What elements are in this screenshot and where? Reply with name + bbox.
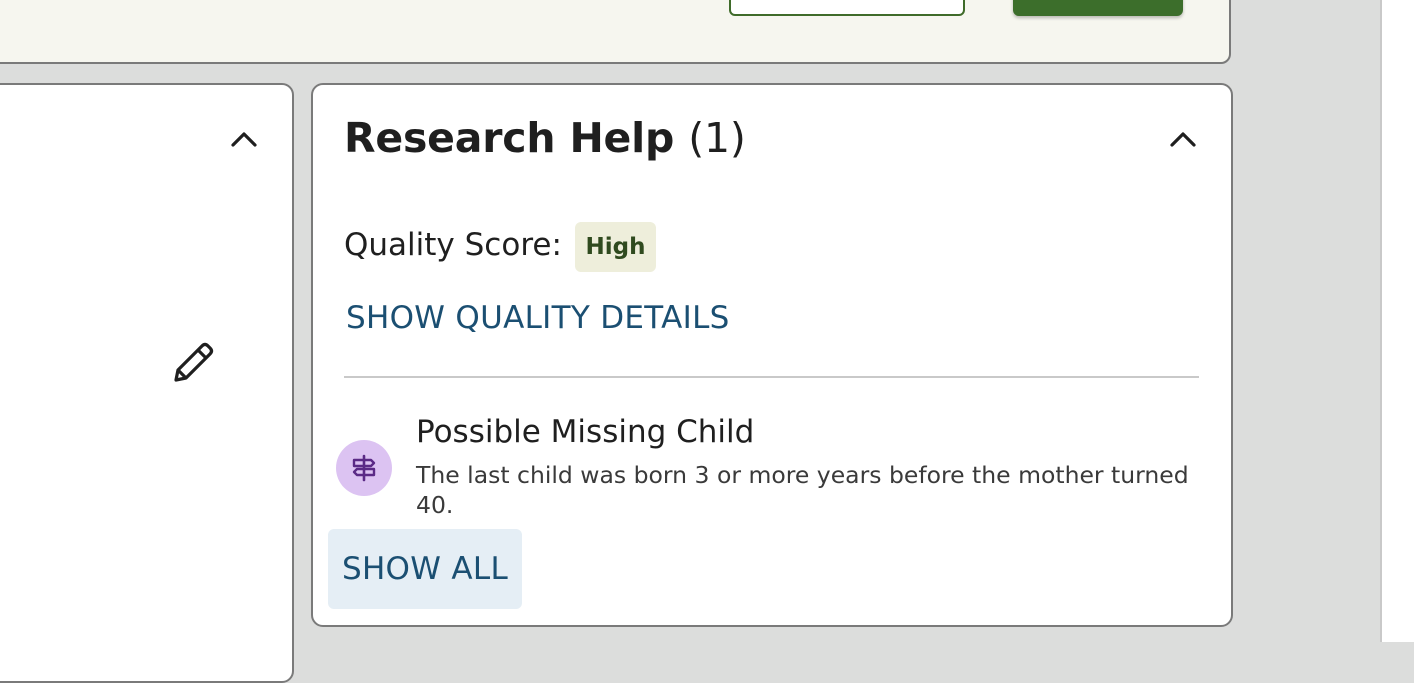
signpost-icon (352, 454, 376, 482)
show-quality-details-link[interactable]: SHOW QUALITY DETAILS (346, 300, 730, 336)
hint-description: The last child was born 3 or more years … (416, 461, 1189, 519)
research-help-collapse-button[interactable] (1168, 123, 1198, 153)
chevron-up-icon (231, 132, 257, 147)
pencil-icon (174, 342, 214, 382)
left-panel-collapse-button[interactable] (229, 123, 259, 153)
secondary-button[interactable] (729, 0, 965, 16)
quality-score-badge: High (575, 222, 656, 272)
scrollbar-track[interactable] (1380, 0, 1414, 642)
left-panel (0, 83, 294, 683)
research-help-title-text: Research Help (344, 114, 675, 162)
primary-button[interactable] (1013, 0, 1183, 16)
research-help-count: (1) (688, 114, 746, 162)
chevron-up-icon (1170, 132, 1196, 147)
research-help-title: Research Help (1) (344, 114, 746, 162)
hint-icon (336, 440, 392, 496)
quality-score-label: Quality Score: (344, 227, 562, 263)
divider (344, 376, 1199, 378)
edit-button[interactable] (170, 340, 216, 384)
show-all-button[interactable]: SHOW ALL (328, 529, 522, 609)
hint-title[interactable]: Possible Missing Child (416, 414, 754, 450)
